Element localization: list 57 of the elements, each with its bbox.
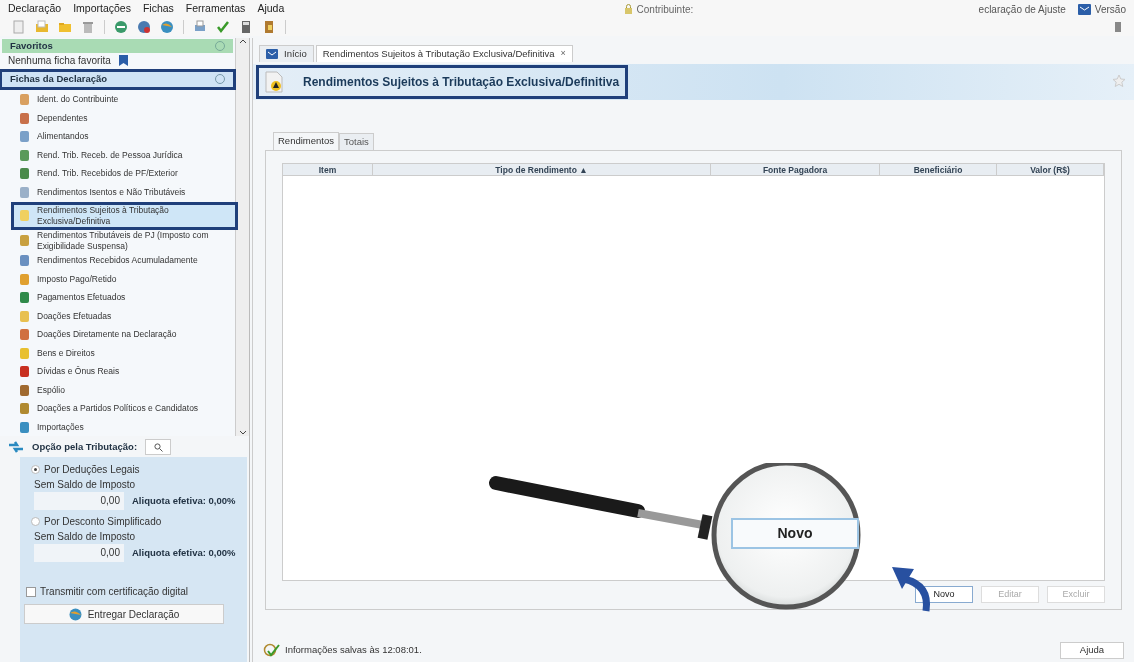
sidebar-item[interactable]: Imposto Pago/Retido (14, 270, 235, 289)
submit-button[interactable]: Entregar Declaração (24, 604, 224, 624)
help-button[interactable]: Ajuda (1060, 641, 1124, 659)
sidebar-item[interactable]: Bens e Direitos (14, 344, 235, 363)
version-button[interactable]: Versão (1077, 1, 1126, 17)
sidebar-item[interactable]: Alimentandos (14, 127, 235, 146)
certification-checkbox[interactable]: Transmitir com certificação digital (26, 584, 236, 599)
declaration-text: eclaração de Ajuste (978, 2, 1066, 17)
section-title: Fichas da Declaração (10, 72, 108, 87)
value-field: 0,00 (34, 544, 124, 562)
sidebar-item[interactable]: Rend. Trib. Receb. de Pessoa Jurídica (14, 146, 235, 165)
menu-item[interactable]: Importações (73, 1, 131, 17)
sidebar-item[interactable]: Doações Diretamente na Declaração (14, 325, 235, 344)
section-title: Opção pela Tributação: (32, 439, 138, 454)
sidebar-item[interactable]: Dívidas e Ônus Reais (14, 362, 235, 381)
value-field: 0,00 (34, 492, 124, 510)
balance-label: Sem Saldo de Imposto (33, 478, 137, 491)
sidebar-item[interactable]: Rend. Trib. Recebidos de PF/Exterior (14, 164, 235, 183)
tab[interactable]: Totais (339, 133, 374, 150)
sidebar-item[interactable]: Ident. do Contribuinte (14, 90, 235, 109)
sidebar-item[interactable]: Espólio (14, 381, 235, 400)
sidebar-item[interactable]: Rendimentos Isentos e Não Tributáveis (14, 183, 235, 202)
column-header[interactable]: Fonte Pagadora (711, 164, 880, 175)
sidebar-item[interactable]: Importações (14, 418, 235, 437)
tab[interactable]: Rendimentos (273, 132, 339, 150)
sidebar-item[interactable]: Dependentes (14, 109, 235, 128)
column-header[interactable]: Item (283, 164, 373, 175)
contributor-label: Contribuinte: (636, 2, 695, 17)
sidebar-item[interactable]: Doações Efetuadas (14, 307, 235, 326)
action-button: Excluir (1047, 586, 1105, 603)
sidebar-item[interactable]: Rendimentos Tributáveis de PJ (Imposto com Exigibilidade Suspensa) (14, 229, 235, 252)
status-text: Informações salvas às 12:08:01. (285, 642, 422, 657)
menu-item[interactable]: Ajuda (257, 1, 285, 17)
sidebar-item[interactable]: Doações a Partidos Políticos e Candidatos (14, 399, 235, 418)
sidebar-item[interactable]: Rendimentos Recebidos Acumuladamente (14, 251, 235, 270)
sidebar-item[interactable]: Rendimentos Sujeitos à Tributação Exclusiva/Definitiva (14, 204, 235, 227)
section-header[interactable]: Favoritos (2, 39, 233, 54)
section-title: Favoritos (10, 39, 53, 53)
column-header[interactable]: Tipo de Rendimento ▲ (373, 164, 711, 175)
action-button: Editar (981, 586, 1039, 603)
close-icon[interactable]: × (560, 47, 566, 61)
column-header[interactable]: Beneficiário (880, 164, 997, 175)
menu-item[interactable]: Fichas (142, 1, 174, 17)
column-header[interactable]: Valor (R$) (997, 164, 1104, 175)
tab[interactable]: Início (259, 45, 314, 62)
rate-text: Aliquota efetiva: 0,00% (132, 493, 236, 508)
section-header[interactable]: Fichas da Declaração (2, 72, 233, 87)
tab[interactable]: Rendimentos Sujeitos à Tributação Exclusiva/Definitiva × (315, 45, 573, 62)
rate-text: Aliquota efetiva: 0,00% (132, 545, 236, 560)
menu-item[interactable]: Declaração (8, 1, 62, 17)
radio-option[interactable]: Por Desconto Simplificado (31, 514, 236, 528)
sidebar-item[interactable]: Pagamentos Efetuados (14, 288, 235, 307)
page-title: Rendimentos Sujeitos à Tributação Exclusiva/Definitiva (303, 74, 620, 91)
balance-label: Sem Saldo de Imposto (33, 530, 137, 543)
empty-favorites-text: Nenhuma ficha favorita (8, 54, 111, 69)
radio-option[interactable]: Por Deduções Legais (31, 462, 236, 476)
menu-item[interactable]: Ferramentas (185, 1, 246, 17)
